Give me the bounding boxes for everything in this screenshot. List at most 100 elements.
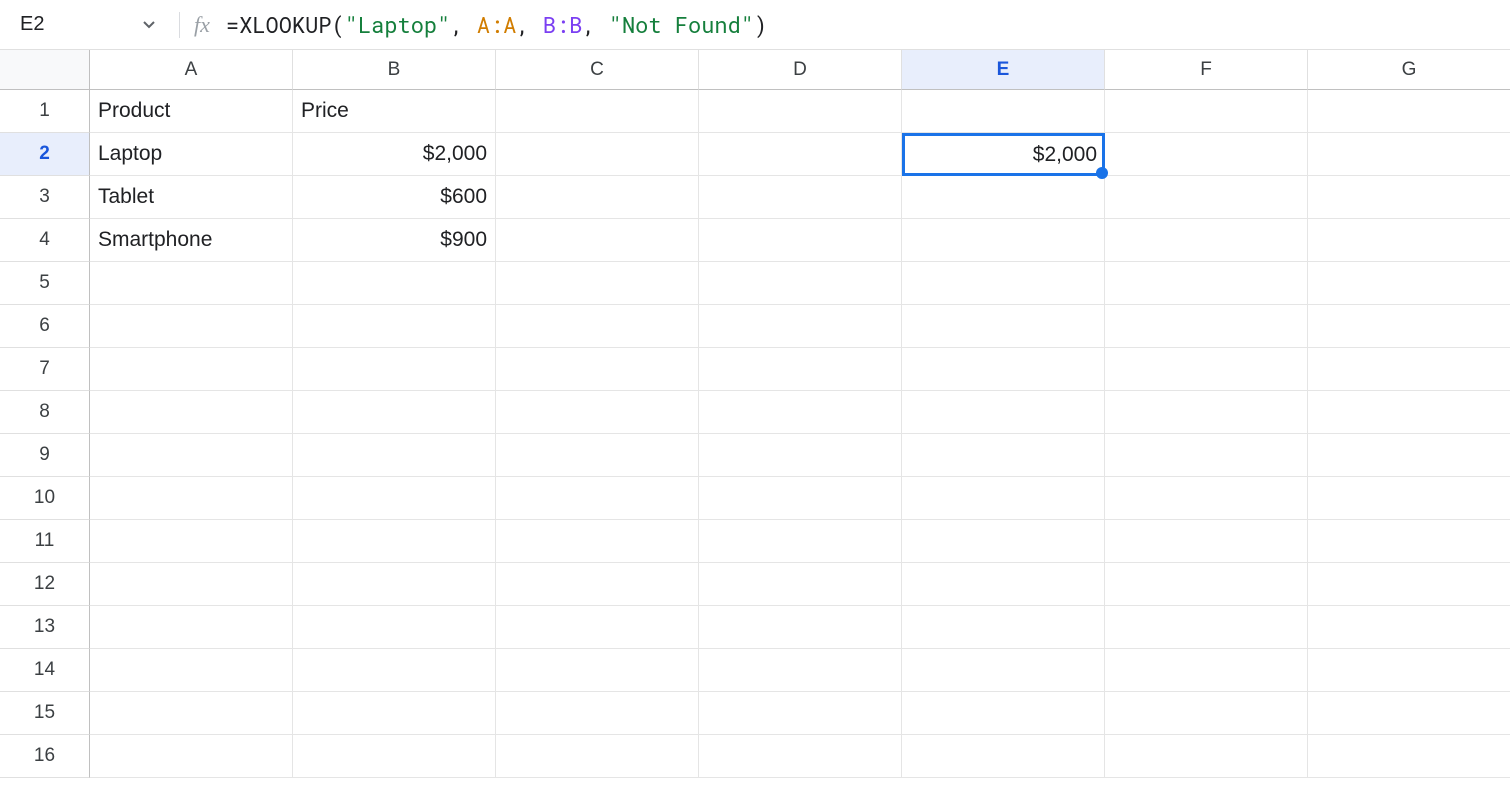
row-header-15[interactable]: 15 [0, 692, 90, 735]
row-header-16[interactable]: 16 [0, 735, 90, 778]
cell-d2[interactable] [699, 133, 902, 176]
cell-a10[interactable] [90, 477, 293, 520]
cell-f6[interactable] [1105, 305, 1308, 348]
cell-a6[interactable] [90, 305, 293, 348]
cell-f16[interactable] [1105, 735, 1308, 778]
cell-c1[interactable] [496, 90, 699, 133]
cell-d6[interactable] [699, 305, 902, 348]
cell-d14[interactable] [699, 649, 902, 692]
cell-g5[interactable] [1308, 262, 1510, 305]
cell-a7[interactable] [90, 348, 293, 391]
cell-b7[interactable] [293, 348, 496, 391]
column-header-d[interactable]: D [699, 50, 902, 90]
column-header-f[interactable]: F [1105, 50, 1308, 90]
name-box[interactable]: E2 [10, 7, 165, 42]
cell-b13[interactable] [293, 606, 496, 649]
row-header-11[interactable]: 11 [0, 520, 90, 563]
cell-e3[interactable] [902, 176, 1105, 219]
formula-input[interactable]: =XLOOKUP("Laptop", A:A, B:B, "Not Found"… [226, 10, 767, 39]
cell-f2[interactable] [1105, 133, 1308, 176]
cell-g13[interactable] [1308, 606, 1510, 649]
cell-b1[interactable]: Price [293, 90, 496, 133]
cell-e8[interactable] [902, 391, 1105, 434]
cell-d12[interactable] [699, 563, 902, 606]
cell-b6[interactable] [293, 305, 496, 348]
cell-f7[interactable] [1105, 348, 1308, 391]
cell-f8[interactable] [1105, 391, 1308, 434]
cell-b16[interactable] [293, 735, 496, 778]
cell-a1[interactable]: Product [90, 90, 293, 133]
cell-f3[interactable] [1105, 176, 1308, 219]
cell-d13[interactable] [699, 606, 902, 649]
row-header-10[interactable]: 10 [0, 477, 90, 520]
cell-c4[interactable] [496, 219, 699, 262]
row-header-8[interactable]: 8 [0, 391, 90, 434]
cell-d15[interactable] [699, 692, 902, 735]
cell-g8[interactable] [1308, 391, 1510, 434]
cell-b12[interactable] [293, 563, 496, 606]
cell-a13[interactable] [90, 606, 293, 649]
cell-c10[interactable] [496, 477, 699, 520]
selection-handle[interactable] [1096, 167, 1108, 179]
cell-a12[interactable] [90, 563, 293, 606]
cell-c3[interactable] [496, 176, 699, 219]
cell-f1[interactable] [1105, 90, 1308, 133]
cell-d10[interactable] [699, 477, 902, 520]
cell-a3[interactable]: Tablet [90, 176, 293, 219]
cell-a5[interactable] [90, 262, 293, 305]
row-header-2[interactable]: 2 [0, 133, 90, 176]
cell-a2[interactable]: Laptop [90, 133, 293, 176]
cell-b11[interactable] [293, 520, 496, 563]
cell-a8[interactable] [90, 391, 293, 434]
row-header-12[interactable]: 12 [0, 563, 90, 606]
cell-e1[interactable] [902, 90, 1105, 133]
row-header-7[interactable]: 7 [0, 348, 90, 391]
cell-e7[interactable] [902, 348, 1105, 391]
cell-g14[interactable] [1308, 649, 1510, 692]
cell-d4[interactable] [699, 219, 902, 262]
cell-d7[interactable] [699, 348, 902, 391]
cell-d3[interactable] [699, 176, 902, 219]
cell-b4[interactable]: $900 [293, 219, 496, 262]
cell-f9[interactable] [1105, 434, 1308, 477]
row-header-1[interactable]: 1 [0, 90, 90, 133]
cell-b14[interactable] [293, 649, 496, 692]
row-header-6[interactable]: 6 [0, 305, 90, 348]
cell-a9[interactable] [90, 434, 293, 477]
cell-e12[interactable] [902, 563, 1105, 606]
cell-d1[interactable] [699, 90, 902, 133]
cell-b2[interactable]: $2,000 [293, 133, 496, 176]
cell-e4[interactable] [902, 219, 1105, 262]
column-header-b[interactable]: B [293, 50, 496, 90]
cell-g6[interactable] [1308, 305, 1510, 348]
cell-c16[interactable] [496, 735, 699, 778]
row-header-14[interactable]: 14 [0, 649, 90, 692]
cell-g10[interactable] [1308, 477, 1510, 520]
cell-c11[interactable] [496, 520, 699, 563]
cell-d5[interactable] [699, 262, 902, 305]
cell-a11[interactable] [90, 520, 293, 563]
cell-e10[interactable] [902, 477, 1105, 520]
spreadsheet-grid[interactable]: ABCDEFG1ProductPrice2Laptop$2,000$2,0003… [0, 50, 1510, 778]
row-header-9[interactable]: 9 [0, 434, 90, 477]
cell-e13[interactable] [902, 606, 1105, 649]
column-header-e[interactable]: E [902, 50, 1105, 90]
cell-f10[interactable] [1105, 477, 1308, 520]
cell-f11[interactable] [1105, 520, 1308, 563]
row-header-4[interactable]: 4 [0, 219, 90, 262]
cell-g7[interactable] [1308, 348, 1510, 391]
cell-b8[interactable] [293, 391, 496, 434]
cell-g16[interactable] [1308, 735, 1510, 778]
cell-e11[interactable] [902, 520, 1105, 563]
cell-c12[interactable] [496, 563, 699, 606]
cell-b3[interactable]: $600 [293, 176, 496, 219]
column-header-g[interactable]: G [1308, 50, 1510, 90]
cell-f13[interactable] [1105, 606, 1308, 649]
cell-g3[interactable] [1308, 176, 1510, 219]
cell-a15[interactable] [90, 692, 293, 735]
cell-c5[interactable] [496, 262, 699, 305]
cell-b10[interactable] [293, 477, 496, 520]
cell-b15[interactable] [293, 692, 496, 735]
cell-f5[interactable] [1105, 262, 1308, 305]
column-header-a[interactable]: A [90, 50, 293, 90]
